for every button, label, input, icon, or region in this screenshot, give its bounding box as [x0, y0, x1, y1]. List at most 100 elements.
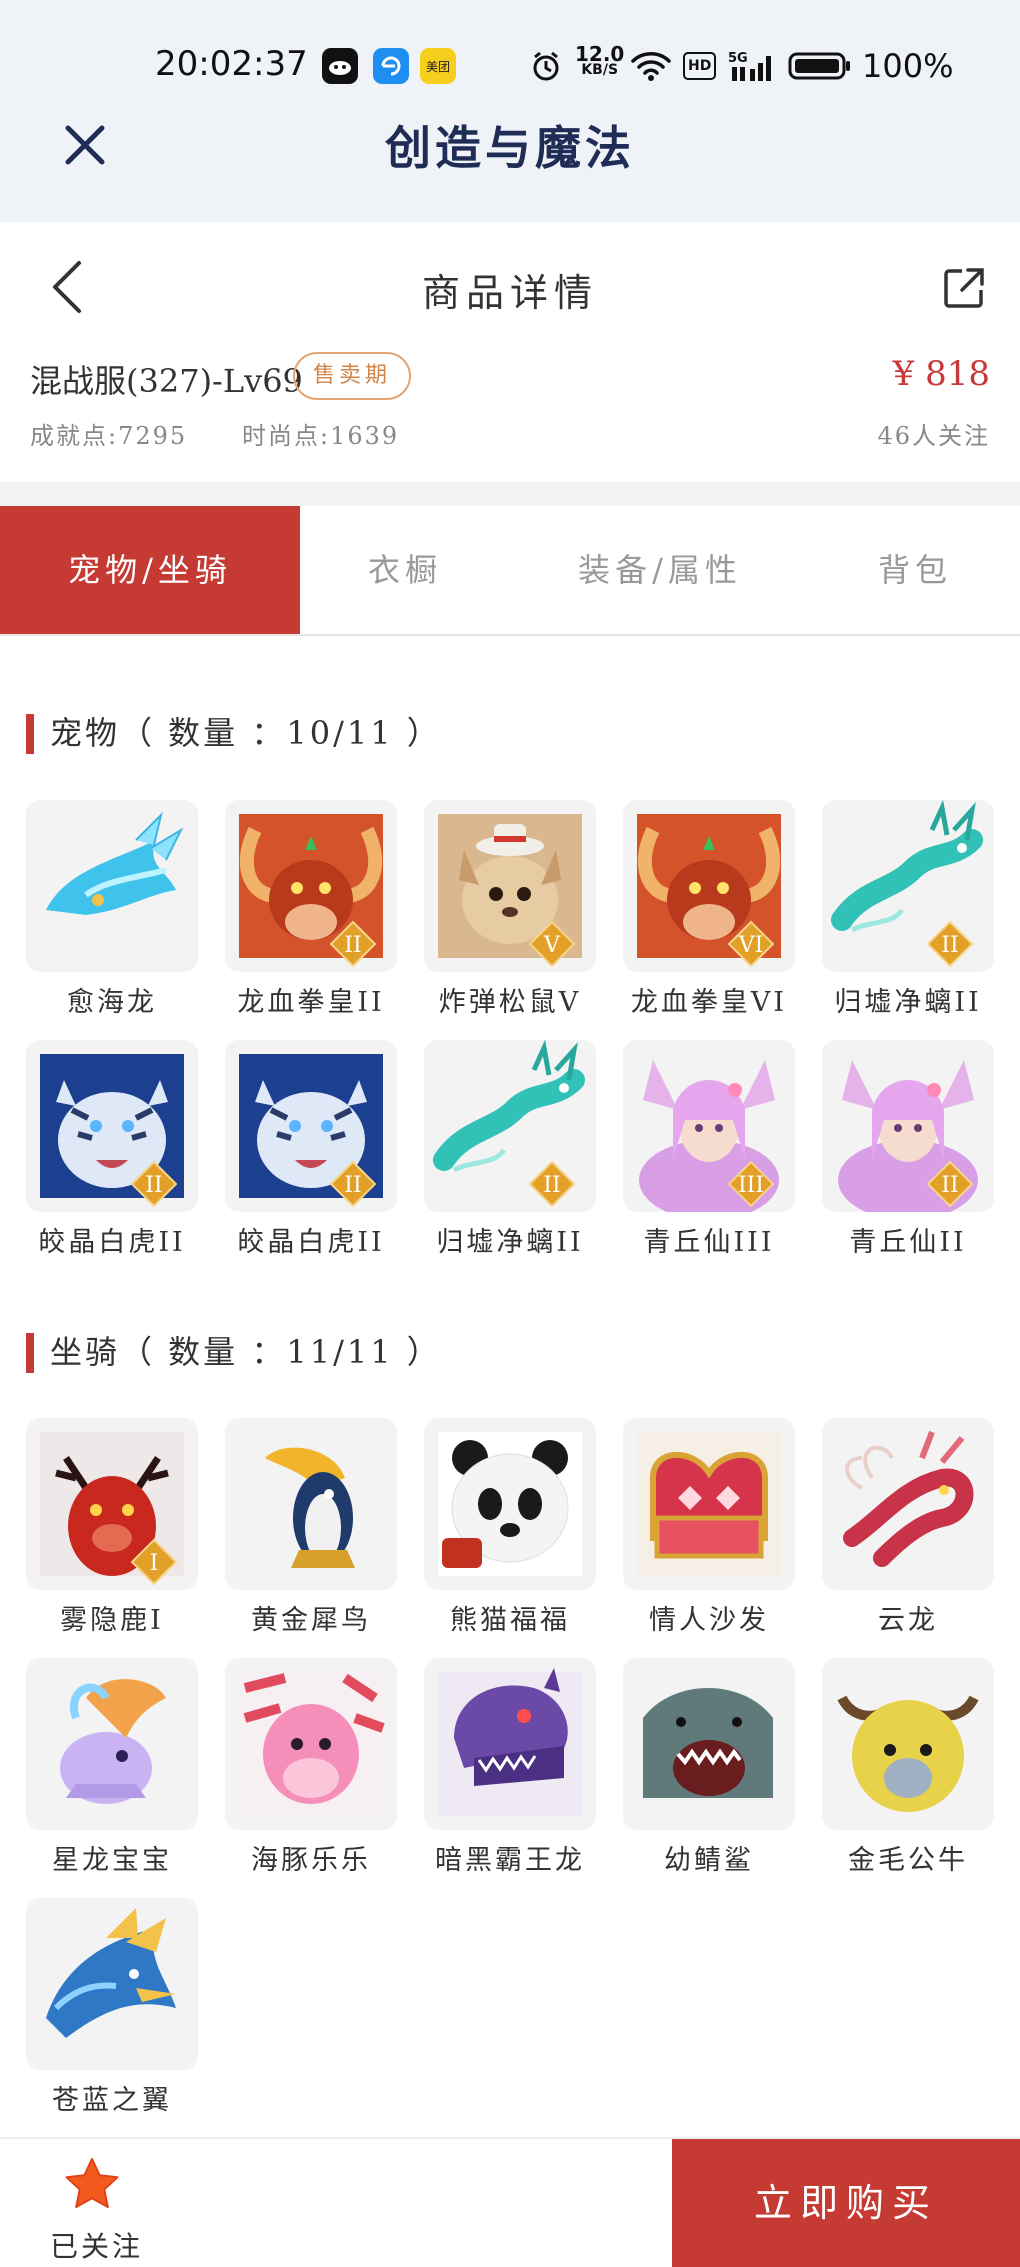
mount-item-image [225, 1418, 397, 1590]
red-deer-icon: I [40, 1432, 184, 1586]
server-name: 混战服(327)-Lv69 [30, 362, 303, 400]
mount-item-image [26, 1898, 198, 2070]
bottom-action-bar: 已关注 立即购买 [0, 2137, 1020, 2267]
teal-dragon-icon: II [822, 800, 994, 972]
mount-item-image [225, 1658, 397, 1830]
mount-item[interactable]: 幼鲭鲨 [623, 1658, 795, 1886]
pet-item[interactable]: II 归墟净螭II [822, 800, 994, 1028]
follower-count: 46人关注 [877, 422, 990, 450]
pet-item[interactable]: 愈海龙 [26, 800, 198, 1028]
mount-item[interactable]: 暗黑霸王龙 [424, 1658, 596, 1886]
mount-item[interactable]: 熊猫福福 [424, 1418, 596, 1646]
svg-text:II: II [344, 1173, 361, 1198]
pet-item-image: III [623, 1040, 795, 1212]
pet-item-image: II [225, 1040, 397, 1212]
cyan-sea-dragon-icon [26, 800, 198, 972]
page-nav: 商品详情 [0, 222, 1020, 352]
svg-text:5G: 5G [728, 51, 748, 66]
golden-bull-icon [822, 1658, 994, 1830]
battery-percent: 100% [862, 47, 954, 85]
follow-button[interactable]: 已关注 [40, 2149, 150, 2263]
pet-item-image: II [822, 1040, 994, 1212]
svg-text:V: V [543, 933, 561, 958]
fox-fairy-icon: II [822, 1040, 994, 1212]
mount-item[interactable]: 苍蓝之翼 [26, 1898, 198, 2126]
mount-item-image [822, 1658, 994, 1830]
svg-text:II: II [145, 1173, 162, 1198]
mount-item[interactable]: 金毛公牛 [822, 1658, 994, 1886]
mount-item-image [424, 1658, 596, 1830]
network-speed: 12.0 KB/S [575, 42, 625, 86]
svg-text:II: II [543, 1173, 560, 1198]
network-speed-unit: KB/S [581, 62, 619, 78]
pet-item[interactable]: III 青丘仙III [623, 1040, 795, 1268]
pet-item[interactable]: VI 龙血拳皇VI [623, 800, 795, 1028]
tab-wardrobe[interactable]: 衣橱 [300, 506, 510, 634]
pet-item-name: 炸弹松鼠V [438, 987, 582, 1018]
white-tiger-icon: II [40, 1054, 184, 1208]
white-tiger-icon: II [239, 1054, 383, 1208]
mount-item-image [822, 1418, 994, 1590]
cloud-dragon-icon [822, 1418, 994, 1590]
teal-dragon-icon: II [424, 1040, 596, 1212]
status-bar: 20:02:37 美团 12.0 KB/S HD 5G 100% [0, 0, 1020, 120]
status-badge: 售卖期 [293, 352, 412, 400]
red-ram-beast-icon: II [239, 814, 383, 968]
pet-item-image: II [26, 1040, 198, 1212]
follow-label: 已关注 [50, 2230, 144, 2263]
pet-item-name: 归墟净螭II [834, 987, 982, 1018]
pet-item[interactable]: II 龙血拳皇II [225, 800, 397, 1028]
app-header-area: 20:02:37 美团 12.0 KB/S HD 5G 100% 创造与魔法 [0, 0, 1020, 222]
buy-now-button[interactable]: 立即购买 [672, 2139, 1020, 2267]
pet-item-name: 愈海龙 [67, 987, 157, 1018]
tab-bar: 宠物/坐骑 衣橱 装备/属性 背包 [0, 506, 1020, 636]
pet-item[interactable]: II 青丘仙II [822, 1040, 994, 1268]
wifi-icon [630, 46, 672, 86]
squirrel-with-hat-icon: V [438, 814, 582, 968]
pet-item-image: II [424, 1040, 596, 1212]
mount-item[interactable]: 星龙宝宝 [26, 1658, 198, 1886]
svg-text:III: III [738, 1173, 764, 1198]
hornbill-icon [225, 1418, 397, 1590]
tab-equipment[interactable]: 装备/属性 [510, 506, 810, 634]
mount-item[interactable]: 情人沙发 [623, 1418, 795, 1646]
mount-item[interactable]: I 雾隐鹿I [26, 1418, 198, 1646]
network-speed-value: 12.0 [575, 42, 625, 66]
mount-item-name: 苍蓝之翼 [52, 2085, 172, 2116]
mount-item-name: 星龙宝宝 [52, 1845, 172, 1876]
share-button[interactable] [942, 266, 986, 310]
mount-item-image [424, 1418, 596, 1590]
mount-item-name: 熊猫福福 [450, 1605, 570, 1636]
pet-item-image: II [822, 800, 994, 972]
pet-item[interactable]: II 皎晶白虎II [26, 1040, 198, 1268]
mount-item[interactable]: 云龙 [822, 1418, 994, 1646]
mount-item[interactable]: 海豚乐乐 [225, 1658, 397, 1886]
purple-trex-icon [438, 1668, 582, 1816]
pet-item[interactable]: V 炸弹松鼠V [424, 800, 596, 1028]
page-title: 商品详情 [421, 271, 598, 315]
svg-text:I: I [150, 1551, 159, 1576]
price: ¥ 818 [892, 354, 990, 394]
mount-item-name: 情人沙发 [649, 1605, 769, 1636]
shark-icon [623, 1658, 795, 1830]
pet-item[interactable]: II 归墟净螭II [424, 1040, 596, 1268]
tab-pets-mounts[interactable]: 宠物/坐骑 [0, 506, 300, 634]
svg-text:II: II [941, 933, 958, 958]
mount-item-image: I [26, 1418, 198, 1590]
achievement-points: 成就点:7295 [30, 422, 188, 450]
tab-backpack[interactable]: 背包 [810, 506, 1020, 634]
pet-item-name: 青丘仙III [643, 1227, 775, 1258]
share-external-icon [944, 268, 984, 308]
product-info: 混战服(327)-Lv69 售卖期 ¥ 818 成就点:7295 时尚点:163… [0, 340, 1020, 480]
pets-grid: 愈海龙 II 龙血拳皇II V 炸弹松鼠V VI 龙血拳皇VI II 归墟净螭II II 皎晶白虎I… [26, 800, 996, 1268]
pet-item[interactable]: II 皎晶白虎II [225, 1040, 397, 1268]
panda-icon [438, 1432, 582, 1576]
mounts-section-title: 坐骑（ 数量 ：11/11 ） [26, 1327, 442, 1373]
mount-item-image [26, 1658, 198, 1830]
mount-item[interactable]: 黄金犀鸟 [225, 1418, 397, 1646]
mount-item-name: 雾隐鹿I [60, 1605, 164, 1636]
pet-item-name: 青丘仙II [849, 1227, 967, 1258]
mounts-grid: I 雾隐鹿I 黄金犀鸟 熊猫福福 情人沙发 云龙星龙宝宝 海豚乐乐 暗黑霸王龙 幼鲭鲨 金毛公牛苍… [26, 1418, 996, 2126]
pet-item-name: 皎晶白虎II [38, 1227, 186, 1258]
pink-dolphin-icon [239, 1672, 385, 1816]
